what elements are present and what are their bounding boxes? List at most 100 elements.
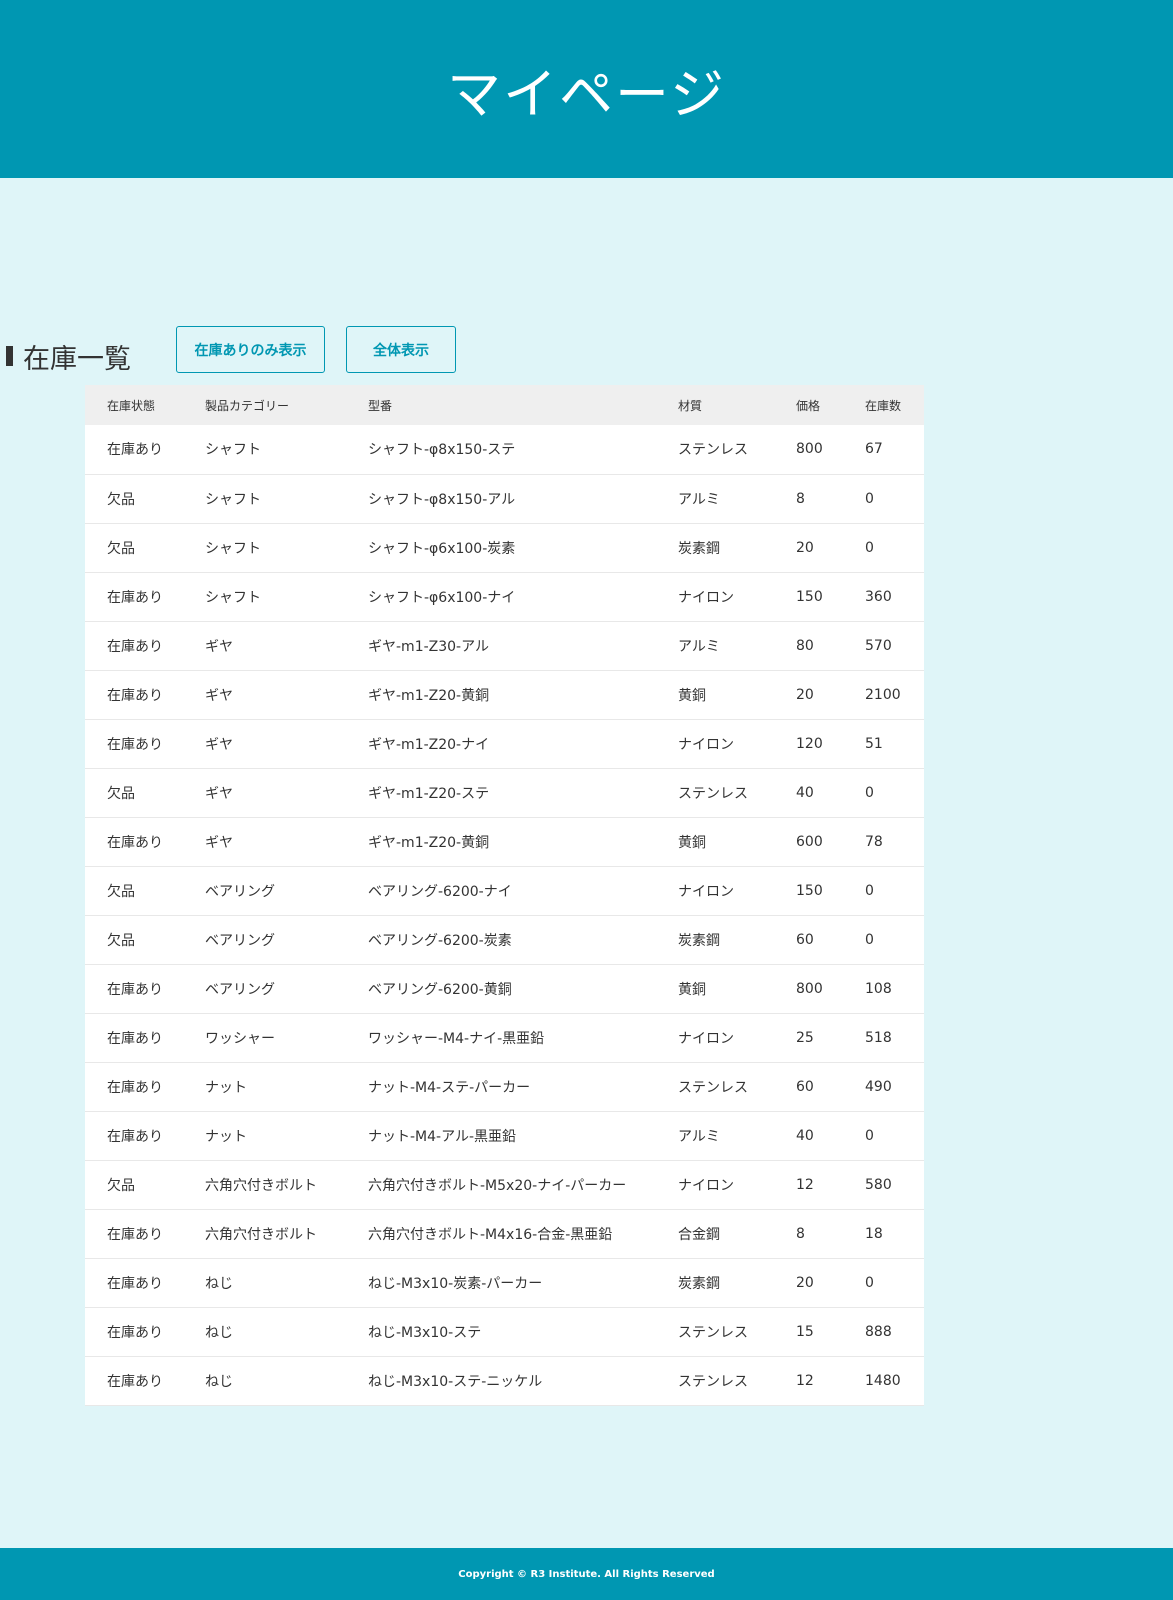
cell-status: 欠品	[107, 785, 135, 802]
cell-status: 在庫あり	[107, 1079, 163, 1096]
cell-material: ナイロン	[678, 1177, 734, 1194]
cell-price: 8	[796, 490, 805, 507]
table-row: 欠品 六角穴付きボルト 六角穴付きボルト-M5x20-ナイ-パーカー ナイロン 12 58…	[85, 1160, 924, 1209]
table-row: 在庫あり ギヤ ギヤ-m1-Z20-ナイ ナイロン 120 51	[85, 719, 924, 768]
cell-status: 在庫あり	[107, 1030, 163, 1047]
cell-status: 在庫あり	[107, 981, 163, 998]
column-header-price[interactable]: 価格	[796, 385, 865, 425]
cell-category: 六角穴付きボルト	[205, 1226, 317, 1243]
column-header-quantity[interactable]: 在庫数	[865, 385, 924, 425]
cell-model: 六角穴付きボルト-M5x20-ナイ-パーカー	[368, 1177, 627, 1194]
cell-quantity: 360	[865, 588, 892, 605]
cell-material: 炭素鋼	[678, 540, 720, 557]
cell-category: ねじ	[205, 1373, 233, 1390]
table-row: 在庫あり ねじ ねじ-M3x10-炭素-パーカー 炭素鋼 20 0	[85, 1258, 924, 1307]
cell-quantity: 108	[865, 980, 892, 997]
cell-material: 合金鋼	[678, 1226, 720, 1243]
cell-quantity: 1480	[865, 1372, 901, 1389]
cell-status: 在庫あり	[107, 442, 163, 459]
cell-category: ギヤ	[205, 785, 233, 802]
cell-category: シャフト	[205, 540, 261, 557]
cell-category: 六角穴付きボルト	[205, 1177, 317, 1194]
cell-material: ナイロン	[678, 589, 734, 606]
cell-material: 炭素鋼	[678, 1275, 720, 1292]
column-header-status[interactable]: 在庫状態	[85, 385, 205, 425]
cell-price: 12	[796, 1176, 814, 1193]
table-row: 欠品 シャフト シャフト-φ8x150-アル アルミ 8 0	[85, 474, 924, 523]
cell-model: シャフト-φ6x100-ナイ	[368, 589, 516, 606]
cell-material: ナイロン	[678, 736, 734, 753]
table-row: 欠品 ベアリング ベアリング-6200-炭素 炭素鋼 60 0	[85, 915, 924, 964]
cell-model: シャフト-φ8x150-アル	[368, 491, 516, 508]
cell-material: 黄銅	[678, 687, 706, 704]
cell-quantity: 51	[865, 735, 883, 752]
cell-category: ギヤ	[205, 736, 233, 753]
cell-status: 在庫あり	[107, 1226, 163, 1243]
cell-model: ベアリング-6200-黄銅	[368, 981, 512, 998]
cell-price: 60	[796, 1078, 814, 1095]
cell-model: ワッシャー-M4-ナイ-黒亜鉛	[368, 1030, 545, 1047]
table-row: 欠品 ギヤ ギヤ-m1-Z20-ステ ステンレス 40 0	[85, 768, 924, 817]
cell-model: 六角穴付きボルト-M4x16-合金-黒亜鉛	[368, 1226, 613, 1243]
cell-status: 在庫あり	[107, 1275, 163, 1292]
cell-model: ねじ-M3x10-ステ	[368, 1324, 482, 1341]
cell-quantity: 570	[865, 637, 892, 654]
cell-status: 在庫あり	[107, 1128, 163, 1145]
inventory-table: 在庫状態 製品カテゴリー 型番 材質 価格 在庫数 在庫あり シャフト シャフト-φ…	[85, 385, 924, 1406]
cell-model: ギヤ-m1-Z20-黄銅	[368, 687, 490, 704]
cell-quantity: 490	[865, 1078, 892, 1095]
column-header-category[interactable]: 製品カテゴリー	[205, 385, 368, 425]
cell-model: ねじ-M3x10-炭素-パーカー	[368, 1275, 543, 1292]
cell-price: 800	[796, 980, 823, 997]
cell-status: 欠品	[107, 540, 135, 557]
table-row: 在庫あり ねじ ねじ-M3x10-ステ ステンレス 15 888	[85, 1307, 924, 1356]
cell-status: 在庫あり	[107, 1373, 163, 1390]
cell-price: 150	[796, 588, 823, 605]
cell-price: 20	[796, 539, 814, 556]
cell-price: 80	[796, 637, 814, 654]
table-row: 在庫あり ねじ ねじ-M3x10-ステ-ニッケル ステンレス 12 1480	[85, 1356, 924, 1405]
cell-material: 炭素鋼	[678, 932, 720, 949]
table-row: 在庫あり シャフト シャフト-φ8x150-ステ ステンレス 800 67	[85, 425, 924, 474]
cell-material: ステンレス	[678, 785, 748, 802]
filter-in-stock-button[interactable]: 在庫ありのみ表示	[176, 326, 325, 373]
cell-price: 600	[796, 833, 823, 850]
cell-category: シャフト	[205, 442, 261, 459]
table-row: 在庫あり ギヤ ギヤ-m1-Z20-黄銅 黄銅 20 2100	[85, 670, 924, 719]
cell-material: 黄銅	[678, 834, 706, 851]
cell-category: ねじ	[205, 1275, 233, 1292]
cell-category: ナット	[205, 1079, 247, 1096]
table-row: 在庫あり ギヤ ギヤ-m1-Z20-黄銅 黄銅 600 78	[85, 817, 924, 866]
cell-quantity: 0	[865, 882, 874, 899]
cell-quantity: 0	[865, 784, 874, 801]
table-row: 欠品 ベアリング ベアリング-6200-ナイ ナイロン 150 0	[85, 866, 924, 915]
cell-price: 15	[796, 1323, 814, 1340]
cell-category: シャフト	[205, 589, 261, 606]
column-header-material[interactable]: 材質	[678, 385, 796, 425]
cell-quantity: 0	[865, 1127, 874, 1144]
cell-category: ギヤ	[205, 687, 233, 704]
cell-model: ナット-M4-ステ-パーカー	[368, 1079, 531, 1096]
page-header: マイページ	[0, 0, 1173, 178]
cell-material: ナイロン	[678, 883, 734, 900]
cell-price: 12	[796, 1372, 814, 1389]
cell-category: ワッシャー	[205, 1030, 275, 1047]
table-row: 在庫あり ギヤ ギヤ-m1-Z30-アル アルミ 80 570	[85, 621, 924, 670]
table-body: 在庫あり シャフト シャフト-φ8x150-ステ ステンレス 800 67 欠品 シャフト シャ…	[85, 425, 924, 1405]
cell-category: ねじ	[205, 1324, 233, 1341]
cell-price: 40	[796, 1127, 814, 1144]
cell-status: 欠品	[107, 883, 135, 900]
cell-quantity: 0	[865, 931, 874, 948]
cell-quantity: 78	[865, 833, 883, 850]
cell-quantity: 67	[865, 441, 883, 458]
cell-price: 120	[796, 735, 823, 752]
show-all-button[interactable]: 全体表示	[346, 326, 456, 373]
cell-model: ギヤ-m1-Z20-ステ	[368, 785, 490, 802]
cell-price: 25	[796, 1029, 814, 1046]
table-row: 在庫あり 六角穴付きボルト 六角穴付きボルト-M4x16-合金-黒亜鉛 合金鋼 8 18	[85, 1209, 924, 1258]
cell-quantity: 0	[865, 1274, 874, 1291]
column-header-model[interactable]: 型番	[368, 385, 678, 425]
cell-material: ステンレス	[678, 1079, 748, 1096]
cell-status: 欠品	[107, 491, 135, 508]
cell-price: 800	[796, 441, 823, 458]
